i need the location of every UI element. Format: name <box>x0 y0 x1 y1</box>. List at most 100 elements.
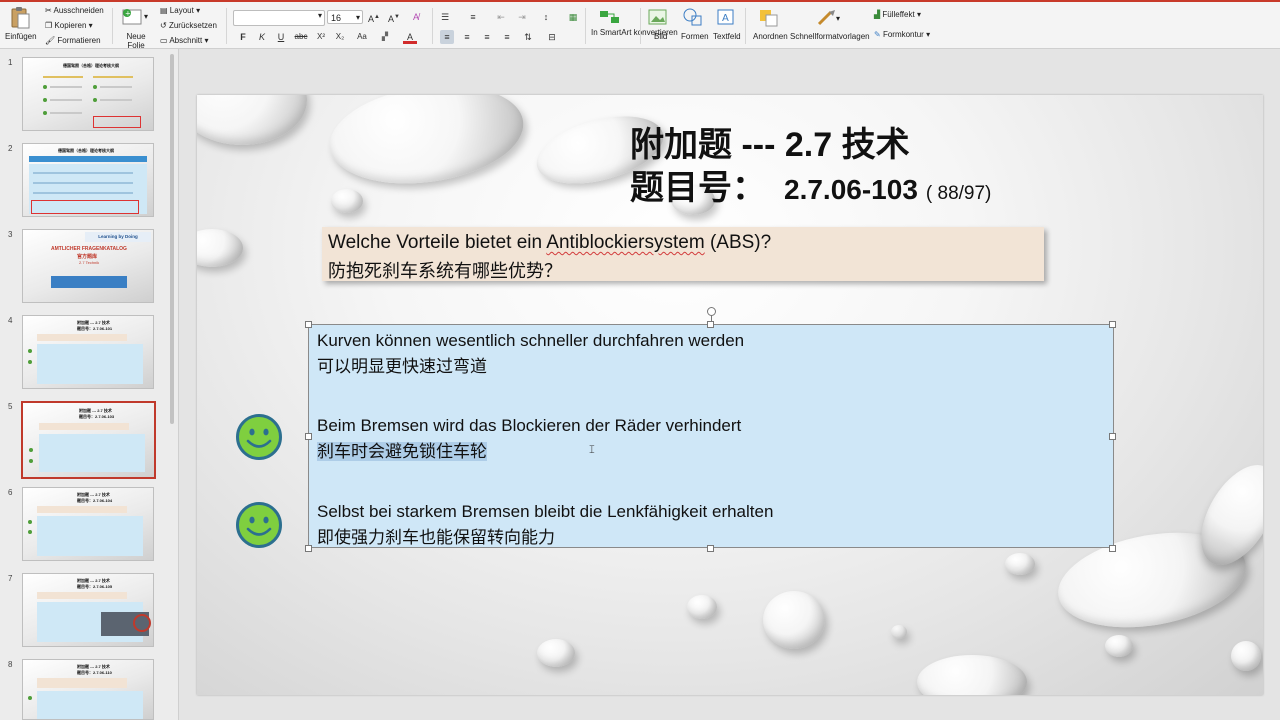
divider <box>432 8 433 44</box>
slide-thumbnail-2[interactable]: 德国驾照（合格）理论考核大纲 <box>22 143 154 217</box>
align-text-icon[interactable]: ⊟ <box>545 30 559 44</box>
arrange-label[interactable]: Anordnen <box>753 32 788 41</box>
grow-font-button[interactable]: A▲ <box>367 10 381 24</box>
layout-button[interactable]: ▤ Layout ▾ <box>160 6 200 16</box>
new-slide-icon[interactable]: + <box>121 7 145 27</box>
format-painter-button[interactable]: 🖌 Formatieren <box>45 36 101 46</box>
resize-handle[interactable] <box>305 433 312 440</box>
copy-button[interactable]: ❐ Kopieren ▾ <box>45 21 93 31</box>
bold-button[interactable]: F <box>236 30 250 44</box>
paste-icon[interactable] <box>9 6 31 30</box>
slide-thumbnail-6[interactable]: 附加题 --- 2.7 技术 题目号：2.7.06-104 <box>22 487 154 561</box>
arrange-icon[interactable] <box>758 8 780 28</box>
text-direction-icon[interactable]: ⇅ <box>521 30 535 44</box>
question-german: Welche Vorteile bietet ein Antiblockiers… <box>328 232 771 254</box>
resize-handle[interactable] <box>1109 545 1116 552</box>
align-right-icon[interactable]: ≡ <box>480 30 494 44</box>
new-slide-label[interactable]: Neue Folie <box>126 32 146 50</box>
thumbnail-title: AMTLICHER FRAGENKATALOG <box>51 246 127 252</box>
change-case-button[interactable]: Aa <box>355 30 369 44</box>
thumbnail-code: 题目号：2.7.06-104 <box>77 498 113 503</box>
slide-canvas[interactable]: 附加题 --- 2.7 技术 题目号： 2.7.06-103 ( 88/97) We… <box>197 95 1263 695</box>
reset-label: Zurücksetzen <box>168 21 217 30</box>
picture-label[interactable]: Bild <box>654 32 667 41</box>
thumbnail-scrollbar[interactable] <box>170 54 174 424</box>
clear-format-icon[interactable]: A̸ <box>409 10 423 24</box>
paste-button-label[interactable]: Einfügen <box>5 32 37 41</box>
answer-3-german[interactable]: Selbst bei starkem Bremsen bleibt die Le… <box>317 502 773 522</box>
underline-button[interactable]: U <box>274 30 288 44</box>
resize-handle[interactable] <box>305 545 312 552</box>
slide-thumbnail-7[interactable]: 附加题 --- 2.7 技术 题目号：2.7.06-105 <box>22 573 154 647</box>
cut-label: Ausschneiden <box>53 6 104 15</box>
answer-2-german[interactable]: Beim Bremsen wird das Blockieren der Räd… <box>317 416 741 436</box>
cut-button[interactable]: ✂ Ausschneiden <box>45 6 104 16</box>
thumbnail-title: 德国驾照（合格）理论考核大纲 <box>58 148 114 153</box>
answer-3-chinese[interactable]: 即使强力刹车也能保留转向能力 <box>317 523 555 548</box>
smartart-icon[interactable] <box>598 8 622 26</box>
resize-handle[interactable] <box>305 321 312 328</box>
align-center-icon[interactable]: ≡ <box>460 30 474 44</box>
svg-text:A: A <box>722 13 729 24</box>
thumbnail-subtitle: 官方题库 <box>77 254 98 260</box>
decrease-indent-icon[interactable]: ⇤ <box>494 10 508 24</box>
smiley-icon[interactable] <box>236 414 282 460</box>
answer-textbox[interactable]: Kurven können wesentlich schneller durch… <box>308 324 1114 548</box>
shapes-icon[interactable] <box>682 7 704 27</box>
reset-button[interactable]: ↺ Zurücksetzen <box>160 21 217 31</box>
chevron-down-icon[interactable]: ▾ <box>836 14 840 23</box>
resize-handle[interactable] <box>707 321 714 328</box>
bullets-icon[interactable]: ☰ <box>438 10 452 24</box>
resize-handle[interactable] <box>1109 433 1116 440</box>
font-color-button[interactable]: A <box>403 30 417 44</box>
thumbnail-section: 2.7 Technik <box>79 260 100 265</box>
answer-1-german[interactable]: Kurven können wesentlich schneller durch… <box>317 331 744 351</box>
line-spacing-icon[interactable]: ↕ <box>539 10 553 24</box>
justify-icon[interactable]: ≡ <box>500 30 514 44</box>
shape-outline-button[interactable]: ✎ Formkontur ▾ <box>874 30 930 40</box>
thumbnail-code: 题目号：2.7.06-105 <box>77 584 113 589</box>
resize-handle[interactable] <box>1109 321 1116 328</box>
increase-indent-icon[interactable]: ⇥ <box>515 10 529 24</box>
slide-thumbnail-1[interactable]: 德国驾照（合格）理论考核大纲 <box>22 57 154 131</box>
section-button[interactable]: ▭ Abschnitt ▾ <box>160 36 209 46</box>
highlight-icon[interactable]: ▞ <box>378 30 392 44</box>
numbering-icon[interactable]: ≡ <box>466 10 480 24</box>
water-drop-decoration <box>1005 553 1035 575</box>
answer-2-chinese[interactable]: 刹车时会避免锁住车轮 <box>317 437 487 462</box>
chevron-down-icon: ▾ <box>317 11 322 20</box>
shapes-label[interactable]: Formen <box>681 32 709 41</box>
slide-thumbnail-4[interactable]: 附加题 --- 2.7 技术 题目号：2.7.06-101 <box>22 315 154 389</box>
font-name-dropdown[interactable]: ▾ <box>233 10 325 26</box>
reset-icon: ↺ <box>160 21 167 30</box>
slide-thumbnail-5[interactable]: 附加题 --- 2.7 技术 题目号：2.7.06-103 <box>21 401 156 479</box>
layout-icon: ▤ <box>160 6 168 15</box>
shrink-font-button[interactable]: A▼ <box>387 10 401 24</box>
scissors-icon: ✂ <box>45 6 52 15</box>
slide-title[interactable]: 附加题 --- 2.7 技术 <box>630 117 910 166</box>
subscript-button[interactable]: X₂ <box>333 30 347 44</box>
question-number-line[interactable]: 题目号： 2.7.06-103 ( 88/97) <box>630 160 991 209</box>
textbox-icon[interactable]: A <box>716 8 736 26</box>
question-number-prefix: 题目号： <box>630 169 766 207</box>
pen-icon: ✎ <box>874 30 881 39</box>
align-left-icon[interactable]: ≡ <box>440 30 454 44</box>
superscript-button[interactable]: X² <box>314 30 328 44</box>
resize-handle[interactable] <box>707 545 714 552</box>
picture-icon[interactable] <box>648 8 668 26</box>
chevron-down-icon[interactable]: ▾ <box>144 12 148 21</box>
thumbnail-number: 4 <box>8 316 13 325</box>
quick-styles-label[interactable]: Schnellformatvorlagen <box>790 32 870 41</box>
slide-thumbnail-3[interactable]: Learning by Doing AMTLICHER FRAGENKATALO… <box>22 229 154 303</box>
answer-1-chinese[interactable]: 可以明显更快速过弯道 <box>317 352 487 377</box>
columns-icon[interactable]: ▦ <box>566 10 580 24</box>
slide-thumbnail-8[interactable]: 附加题 --- 2.7 技术 题目号：2.7.06-110 <box>22 659 154 720</box>
shape-fill-button[interactable]: ▟ Fülleffekt ▾ <box>874 10 921 20</box>
italic-button[interactable]: K <box>255 30 269 44</box>
thumbnail-number: 3 <box>8 230 13 239</box>
font-size-dropdown[interactable]: 16 ▾ <box>327 10 363 24</box>
smiley-icon[interactable] <box>236 502 282 548</box>
textbox-label[interactable]: Textfeld <box>713 32 741 41</box>
question-box[interactable]: Welche Vorteile bietet ein Antiblockiers… <box>322 227 1044 281</box>
strikethrough-button[interactable]: abc <box>294 30 308 44</box>
